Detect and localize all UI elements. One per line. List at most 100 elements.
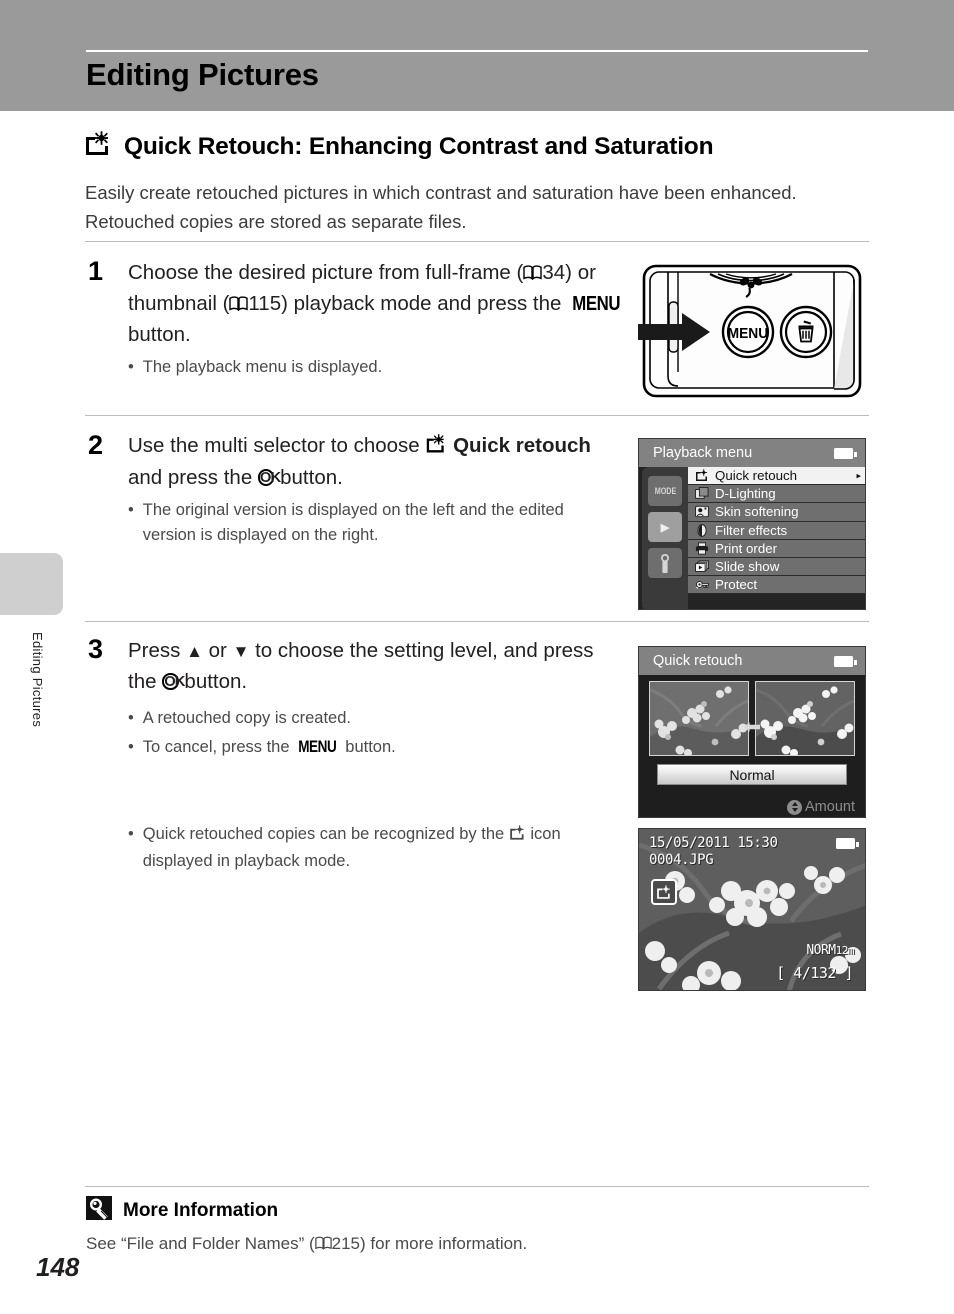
playback-datetime: 15/05/2011 15:30 (649, 835, 778, 852)
chapter-tab-label: Editing Pictures (30, 632, 45, 728)
step-2-instruction: Use the multi selector to choose Quick r… (128, 431, 598, 493)
step-3-bullet-2: To cancel, press the MENU button. (143, 735, 396, 760)
step-3-text-a: Press (128, 639, 187, 662)
step-2-number: 2 (88, 430, 104, 460)
more-information-heading: More Information (86, 1196, 278, 1225)
page-ref-book-icon (314, 1235, 332, 1255)
header-divider-rule (86, 50, 868, 52)
up-down-icon (787, 799, 803, 815)
menu-item-protect[interactable]: Protect (688, 576, 865, 595)
quick-retouch-screenshot: Quick retouch Normal Amount (638, 646, 866, 818)
section-heading: Quick Retouch: Enhancing Contrast and Sa… (84, 131, 874, 162)
list-item: • To cancel, press the MENU button. (128, 735, 598, 760)
step-2-bullet-1: The original version is displayed on the… (142, 501, 564, 544)
list-item: • The original version is displayed on t… (128, 498, 583, 548)
menu-item-print-order[interactable]: Print order (688, 539, 865, 558)
step-2-text-a: Use the multi selector to choose (128, 434, 426, 457)
menu-button-glyph: MENU (298, 738, 337, 756)
skin-softening-icon (694, 505, 709, 519)
menu-item-label: Skin softening (715, 504, 799, 520)
rule-above-more-information (85, 1186, 869, 1187)
printer-icon (694, 541, 709, 555)
bullet-dot: • (128, 825, 134, 843)
menu-item-label: Protect (715, 577, 758, 593)
quick-retouch-icon (425, 433, 447, 463)
bullet-dot: • (128, 501, 134, 519)
quick-retouch-badge-icon (651, 879, 677, 905)
d-lighting-icon (694, 487, 709, 501)
playback-menu-screenshot: Playback menu MODE ▶ Quick retouch ▸ D-L… (638, 438, 866, 610)
step-1-number: 1 (88, 256, 104, 286)
retouched-preview-thumbnail (755, 681, 855, 756)
menu-item-skin-softening[interactable]: Skin softening (688, 503, 865, 522)
mode-tab[interactable]: MODE (648, 476, 682, 506)
quick-retouch-title-bar: Quick retouch (639, 647, 865, 675)
step-3-instruction: Press ▲ or ▼ to choose the setting level… (128, 636, 618, 697)
step-1-text-a: Choose the desired picture from full-fra… (128, 261, 524, 284)
menu-item-label: D-Lighting (715, 486, 776, 502)
page-ref-book-icon (229, 290, 249, 320)
menu-item-filter-effects[interactable]: Filter effects (688, 521, 865, 540)
step-3-notes: • A retouched copy is created. • To canc… (128, 706, 598, 760)
quick-retouch-icon (694, 469, 709, 483)
step-3-text-b: or (202, 639, 233, 662)
page-number: 148 (36, 1252, 80, 1282)
bullet-dot: • (128, 738, 134, 756)
playback-menu-body: MODE ▶ Quick retouch ▸ D-Lighting Skin s… (639, 467, 865, 609)
step-1-notes: • The playback menu is displayed. (128, 355, 608, 380)
playback-tab[interactable]: ▶ (648, 512, 682, 542)
step-1-ref-1: 34 (542, 261, 566, 284)
step-1-instruction: Choose the desired picture from full-fra… (128, 258, 628, 350)
menu-item-label: Quick retouch (715, 468, 798, 484)
chapter-tab-marker (0, 553, 63, 615)
preview-pair (645, 681, 859, 756)
image-quality-indicator: NORM12m (806, 943, 854, 958)
more-info-text-a: See “File and Folder Names” ( (86, 1234, 315, 1253)
more-information-title: More Information (123, 1199, 279, 1221)
menu-item-label: Filter effects (715, 522, 788, 538)
battery-icon (834, 656, 857, 667)
rule-above-step-2 (85, 415, 869, 416)
menu-item-d-lighting[interactable]: D-Lighting (688, 485, 865, 504)
bullet-dot: • (128, 709, 134, 727)
amount-hint: Amount (787, 799, 855, 815)
more-info-ref: 215 (331, 1234, 361, 1253)
page-ref-book-icon (523, 259, 543, 289)
menu-item-quick-retouch[interactable]: Quick retouch ▸ (688, 467, 865, 486)
step-2-text-c: button. (274, 466, 343, 489)
step-3-bullet-2-text-b: button. (340, 738, 396, 756)
setup-tab[interactable] (648, 548, 682, 578)
menu-button-glyph: MENU (572, 292, 621, 315)
rule-above-step-1 (85, 241, 869, 242)
wrench-icon (661, 554, 669, 573)
step-3-bullet-3: Quick retouched copies can be recognized… (143, 822, 588, 874)
section-title: Quick Retouch: Enhancing Contrast and Sa… (124, 132, 714, 160)
slide-show-icon (694, 560, 709, 574)
playback-triangle-icon: ▶ (660, 521, 670, 534)
step-1-text-c: ) playback mode and press the (281, 292, 568, 315)
original-preview-thumbnail (649, 681, 749, 756)
menu-item-slide-show[interactable]: Slide show (688, 557, 865, 577)
section-intro-text: Easily create retouched pictures in whic… (85, 182, 797, 232)
menu-item-label: Slide show (715, 559, 780, 575)
battery-icon (834, 448, 857, 459)
quick-retouch-icon (509, 824, 526, 849)
list-item: • The playback menu is displayed. (128, 355, 608, 380)
bullet-dot: • (128, 358, 134, 376)
key-lock-icon (694, 578, 709, 592)
step-3-text-d: button. (178, 670, 248, 693)
playback-frame-screenshot: 15/05/2011 15:30 0004.JPG NORM12m [ 4/13… (638, 828, 866, 991)
image-size-label: 12m (835, 944, 855, 957)
retouch-level-value[interactable]: Normal (657, 764, 847, 785)
page-title: Editing Pictures (86, 57, 319, 92)
playback-filename: 0004.JPG (649, 852, 714, 868)
list-item: • Quick retouched copies can be recogniz… (128, 822, 588, 874)
ok-button-glyph: OK (257, 469, 281, 487)
more-information-text: See “File and Folder Names” ( 215) for mo… (86, 1234, 527, 1255)
frame-counter: [ 4/132 ] (776, 964, 853, 982)
arrow-down-icon: ▼ (232, 642, 250, 661)
quick-retouch-title: Quick retouch (653, 653, 743, 669)
chevron-right-icon: ▸ (856, 470, 861, 481)
step-3-bullet-1: A retouched copy is created. (142, 709, 351, 727)
more-info-text-b: ) for more information. (360, 1234, 528, 1253)
